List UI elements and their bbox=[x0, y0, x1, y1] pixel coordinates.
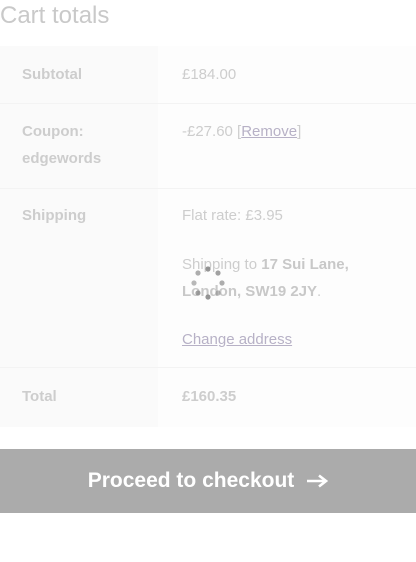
proceed-to-checkout-button[interactable]: Proceed to checkout bbox=[0, 449, 416, 513]
total-label: Total bbox=[22, 388, 57, 405]
checkout-label: Proceed to checkout bbox=[87, 469, 295, 492]
total-value: £160.35 bbox=[182, 388, 237, 405]
coupon-label: Coupon: bbox=[22, 123, 84, 140]
shipping-address-line1: 17 Sui Lane, bbox=[261, 256, 349, 273]
arrow-right-icon bbox=[306, 474, 329, 488]
shipping-label: Shipping bbox=[22, 207, 87, 224]
remove-coupon-link[interactable]: Remove bbox=[241, 123, 297, 140]
subtotal-label: Subtotal bbox=[22, 66, 82, 83]
coupon-amount-line: -£27.60 [Remove] bbox=[182, 123, 302, 140]
cart-totals-title: Cart totals bbox=[0, 2, 110, 29]
loading-spinner-icon bbox=[191, 266, 225, 300]
coupon-amount: -£27.60 bbox=[182, 123, 233, 140]
change-address-link[interactable]: Change address bbox=[182, 326, 292, 353]
cart-totals-table: Subtotal £184.00 Coupon: edgewords -£27.… bbox=[0, 46, 416, 427]
subtotal-value: £184.00 bbox=[182, 66, 237, 83]
shipping-method: Flat rate: £3.95 bbox=[182, 207, 283, 224]
coupon-row: Coupon: edgewords -£27.60 [Remove] bbox=[0, 104, 416, 188]
subtotal-row: Subtotal £184.00 bbox=[0, 46, 416, 103]
total-row: Total £160.35 bbox=[0, 368, 416, 427]
coupon-code: edgewords bbox=[22, 150, 102, 167]
